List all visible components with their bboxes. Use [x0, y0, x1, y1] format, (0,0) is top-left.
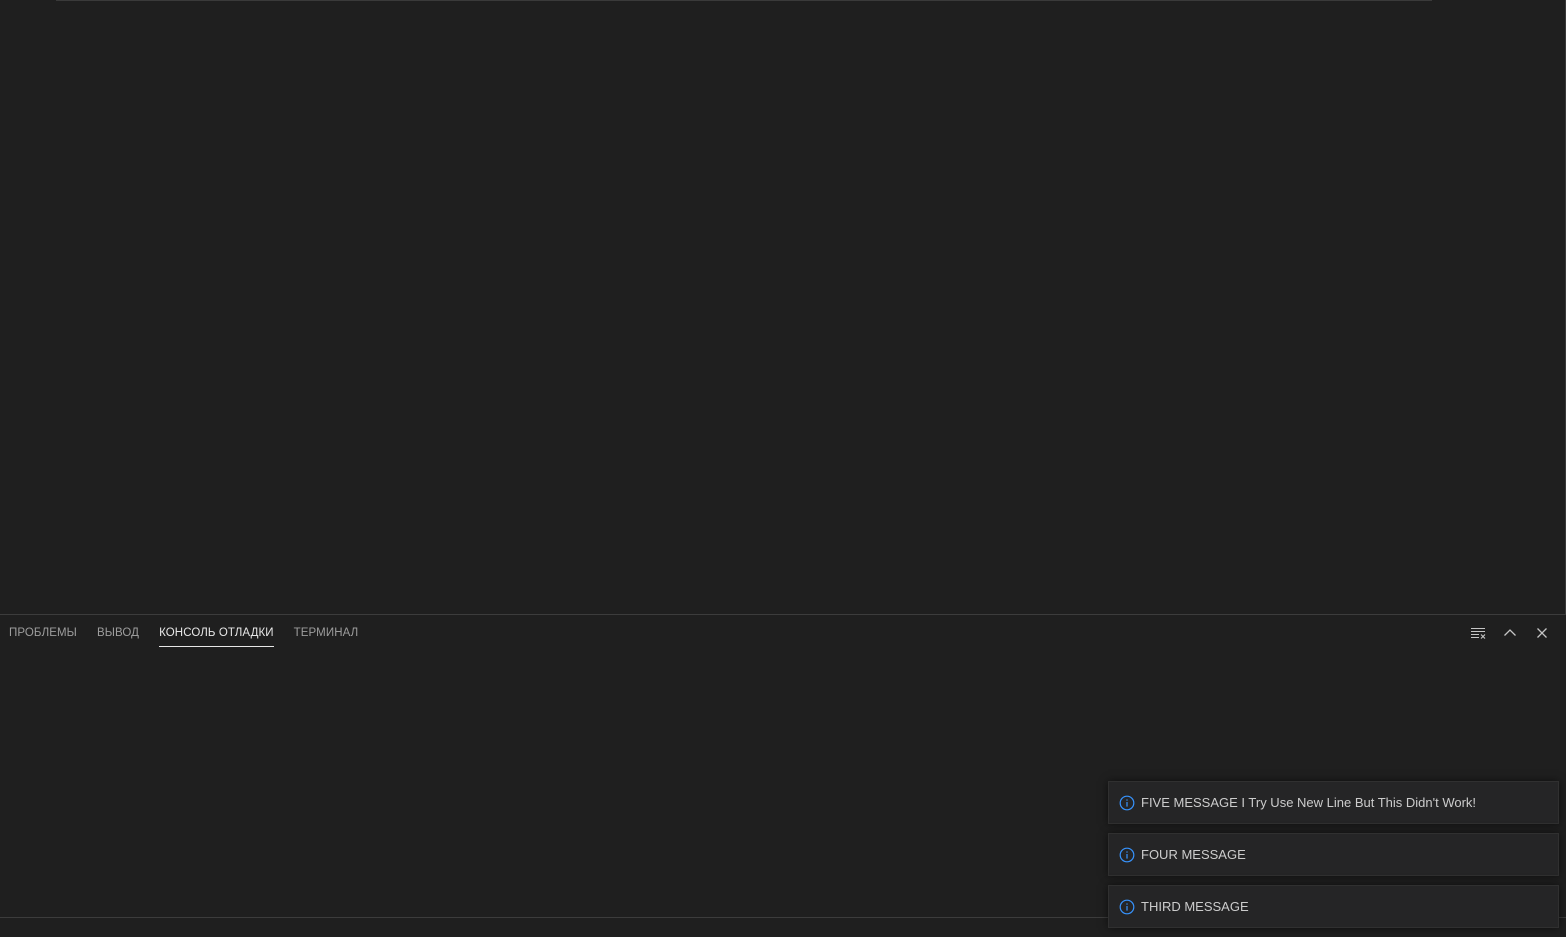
panel-actions — [1468, 623, 1552, 643]
panel-tab-bar: ПРОБЛЕМЫ ВЫВОД КОНСОЛЬ ОТЛАДКИ ТЕРМИНАЛ — [9, 623, 358, 651]
clear-console-button[interactable] — [1468, 623, 1488, 643]
tab-output[interactable]: ВЫВОД — [97, 623, 139, 643]
tab-debug-console[interactable]: КОНСОЛЬ ОТЛАДКИ — [159, 623, 274, 647]
notification-toasts: FIVE MESSAGE I Try Use New Line But This… — [1108, 781, 1559, 937]
editor-area[interactable] — [0, 0, 1566, 614]
notification-toast[interactable]: THIRD MESSAGE — [1108, 885, 1559, 928]
info-icon — [1119, 899, 1135, 914]
notification-message: THIRD MESSAGE — [1141, 899, 1249, 914]
clear-console-icon — [1471, 627, 1486, 639]
maximize-panel-button[interactable] — [1500, 623, 1520, 643]
notification-toast[interactable]: FOUR MESSAGE — [1108, 833, 1559, 876]
tab-problems[interactable]: ПРОБЛЕМЫ — [9, 623, 77, 643]
notification-message: FIVE MESSAGE I Try Use New Line But This… — [1141, 795, 1477, 810]
notification-message: FOUR MESSAGE — [1141, 847, 1246, 862]
notification-toast[interactable]: FIVE MESSAGE I Try Use New Line But This… — [1108, 781, 1559, 824]
chevron-up-icon — [1504, 629, 1516, 636]
tab-terminal[interactable]: ТЕРМИНАЛ — [294, 623, 359, 643]
info-icon — [1119, 847, 1135, 862]
close-icon — [1537, 628, 1547, 638]
info-icon — [1119, 795, 1135, 810]
close-panel-button[interactable] — [1532, 623, 1552, 643]
editor-top-border — [56, 0, 1432, 1]
